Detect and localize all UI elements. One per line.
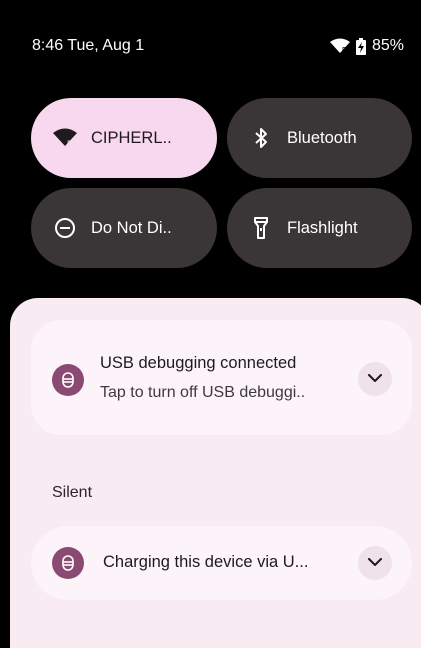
status-bar: 8:46 Tue, Aug 1 5 85% — [32, 34, 404, 58]
usb-app-icon — [52, 364, 84, 396]
svg-text:5: 5 — [67, 139, 72, 148]
status-time-date: 8:46 Tue, Aug 1 — [32, 37, 145, 54]
usb-app-icon — [52, 547, 84, 579]
notification-usb-debugging[interactable]: USB debugging connected Tap to turn off … — [31, 320, 412, 435]
wifi-5-icon: 5 — [53, 126, 77, 150]
notification-charging[interactable]: Charging this device via U... — [31, 526, 412, 600]
battery-percent: 85% — [371, 37, 404, 54]
tile-bluetooth[interactable]: Bluetooth — [227, 98, 412, 178]
do-not-disturb-icon — [53, 216, 77, 240]
tile-flashlight[interactable]: Flashlight — [227, 188, 412, 268]
tile-internet[interactable]: 5 CIPHERL.. — [31, 98, 217, 178]
notification-shade: USB debugging connected Tap to turn off … — [10, 298, 421, 648]
tile-flashlight-label: Flashlight — [287, 218, 358, 237]
svg-text:5: 5 — [342, 46, 347, 54]
bluetooth-icon — [249, 126, 273, 150]
silent-section-header: Silent — [52, 484, 93, 501]
notification-text: Tap to turn off USB debuggi.. — [100, 384, 306, 401]
battery-charging-icon — [355, 37, 366, 55]
tile-internet-label: CIPHERL.. — [91, 128, 172, 147]
flashlight-icon — [249, 216, 273, 240]
notification-title: USB debugging connected — [100, 354, 297, 372]
expand-notification-button[interactable] — [358, 362, 392, 396]
tile-bluetooth-label: Bluetooth — [287, 128, 357, 147]
chevron-down-icon — [368, 554, 382, 572]
phone-screen: 8:46 Tue, Aug 1 5 85% 5 CIPHERL.. Blueto… — [0, 0, 421, 648]
wifi-5-icon: 5 — [329, 38, 350, 54]
status-icons: 5 85% — [329, 37, 404, 55]
chevron-down-icon — [368, 370, 382, 388]
tile-do-not-disturb-label: Do Not Di.. — [91, 218, 172, 237]
expand-notification-button[interactable] — [358, 546, 392, 580]
notification-title: Charging this device via U... — [103, 553, 309, 571]
tile-do-not-disturb[interactable]: Do Not Di.. — [31, 188, 217, 268]
